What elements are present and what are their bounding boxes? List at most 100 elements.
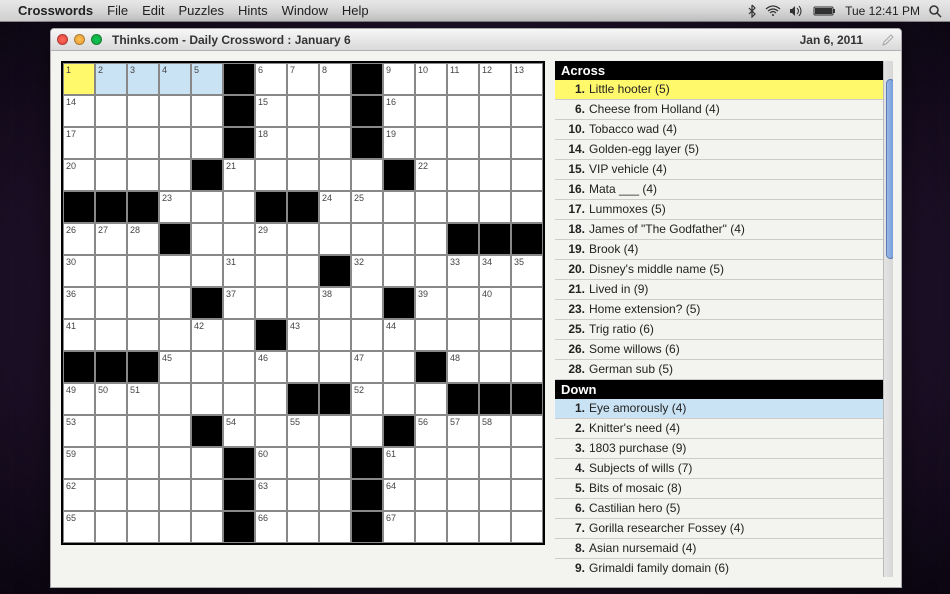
cell-0-2[interactable]: 3 [127,63,159,95]
cell-7-13[interactable]: 40 [479,287,511,319]
cell-3-6[interactable] [255,159,287,191]
cell-0-0[interactable]: 1 [63,63,95,95]
cell-6-10[interactable] [383,255,415,287]
cell-6-12[interactable]: 33 [447,255,479,287]
clues-scrollbar[interactable] [883,61,893,577]
cell-8-9[interactable] [351,319,383,351]
cell-7-2[interactable] [127,287,159,319]
cell-2-8[interactable] [319,127,351,159]
cell-0-7[interactable]: 7 [287,63,319,95]
cell-2-4[interactable] [191,127,223,159]
cell-9-9[interactable]: 47 [351,351,383,383]
cell-7-14[interactable] [511,287,543,319]
clue-16[interactable]: 16.Mata ___ (4) [555,180,893,200]
cell-11-7[interactable]: 55 [287,415,319,447]
cell-0-8[interactable]: 8 [319,63,351,95]
cell-10-1[interactable]: 50 [95,383,127,415]
cell-11-9[interactable] [351,415,383,447]
wifi-icon[interactable] [765,4,781,18]
cell-3-8[interactable] [319,159,351,191]
clue-3[interactable]: 3.1803 purchase (9) [555,439,893,459]
cell-12-12[interactable] [447,447,479,479]
cell-10-4[interactable] [191,383,223,415]
cell-1-3[interactable] [159,95,191,127]
cell-5-4[interactable] [191,223,223,255]
cell-8-13[interactable] [479,319,511,351]
cell-9-7[interactable] [287,351,319,383]
cell-5-0[interactable]: 26 [63,223,95,255]
cell-14-10[interactable]: 67 [383,511,415,543]
cell-9-6[interactable]: 46 [255,351,287,383]
cell-5-10[interactable] [383,223,415,255]
cell-3-11[interactable]: 22 [415,159,447,191]
menu-file[interactable]: File [107,3,128,18]
cell-8-5[interactable] [223,319,255,351]
cell-4-12[interactable] [447,191,479,223]
cell-5-5[interactable] [223,223,255,255]
clue-6[interactable]: 6.Castilian hero (5) [555,499,893,519]
cell-13-6[interactable]: 63 [255,479,287,511]
clue-26[interactable]: 26.Some willows (6) [555,340,893,360]
cell-14-0[interactable]: 65 [63,511,95,543]
cell-8-1[interactable] [95,319,127,351]
cell-1-4[interactable] [191,95,223,127]
cell-3-3[interactable] [159,159,191,191]
zoom-button[interactable] [91,34,102,45]
cell-14-7[interactable] [287,511,319,543]
cell-1-7[interactable] [287,95,319,127]
clue-4[interactable]: 4.Subjects of wills (7) [555,459,893,479]
cell-3-14[interactable] [511,159,543,191]
close-button[interactable] [57,34,68,45]
cell-3-2[interactable] [127,159,159,191]
minimize-button[interactable] [74,34,85,45]
cell-4-14[interactable] [511,191,543,223]
clue-1[interactable]: 1.Little hooter (5) [555,80,893,100]
cell-2-6[interactable]: 18 [255,127,287,159]
cell-11-3[interactable] [159,415,191,447]
cell-13-2[interactable] [127,479,159,511]
cell-12-10[interactable]: 61 [383,447,415,479]
cell-7-5[interactable]: 37 [223,287,255,319]
cell-8-8[interactable] [319,319,351,351]
cell-7-11[interactable]: 39 [415,287,447,319]
cell-4-10[interactable] [383,191,415,223]
menu-puzzles[interactable]: Puzzles [179,3,225,18]
cell-6-5[interactable]: 31 [223,255,255,287]
cell-4-4[interactable] [191,191,223,223]
cell-13-3[interactable] [159,479,191,511]
across-clue-list[interactable]: 1.Little hooter (5)6.Cheese from Holland… [555,80,893,380]
cell-0-13[interactable]: 12 [479,63,511,95]
cell-8-11[interactable] [415,319,447,351]
cell-10-6[interactable] [255,383,287,415]
cell-14-2[interactable] [127,511,159,543]
cell-11-0[interactable]: 53 [63,415,95,447]
app-name[interactable]: Crosswords [18,3,93,18]
cell-10-0[interactable]: 49 [63,383,95,415]
cell-6-7[interactable] [287,255,319,287]
menu-hints[interactable]: Hints [238,3,268,18]
clue-2[interactable]: 2.Knitter's need (4) [555,419,893,439]
cell-7-8[interactable]: 38 [319,287,351,319]
cell-9-4[interactable] [191,351,223,383]
cell-7-12[interactable] [447,287,479,319]
cell-7-9[interactable] [351,287,383,319]
cell-9-3[interactable]: 45 [159,351,191,383]
cell-5-9[interactable] [351,223,383,255]
cell-11-14[interactable] [511,415,543,447]
clue-6[interactable]: 6.Cheese from Holland (4) [555,100,893,120]
cell-8-0[interactable]: 41 [63,319,95,351]
cell-2-11[interactable] [415,127,447,159]
cell-10-10[interactable] [383,383,415,415]
clue-7[interactable]: 7.Gorilla researcher Fossey (4) [555,519,893,539]
cell-6-0[interactable]: 30 [63,255,95,287]
cell-2-10[interactable]: 19 [383,127,415,159]
cell-12-13[interactable] [479,447,511,479]
cell-6-2[interactable] [127,255,159,287]
cell-1-10[interactable]: 16 [383,95,415,127]
cell-8-7[interactable]: 43 [287,319,319,351]
cell-1-6[interactable]: 15 [255,95,287,127]
cell-2-0[interactable]: 17 [63,127,95,159]
cell-12-6[interactable]: 60 [255,447,287,479]
cell-1-1[interactable] [95,95,127,127]
cell-2-3[interactable] [159,127,191,159]
